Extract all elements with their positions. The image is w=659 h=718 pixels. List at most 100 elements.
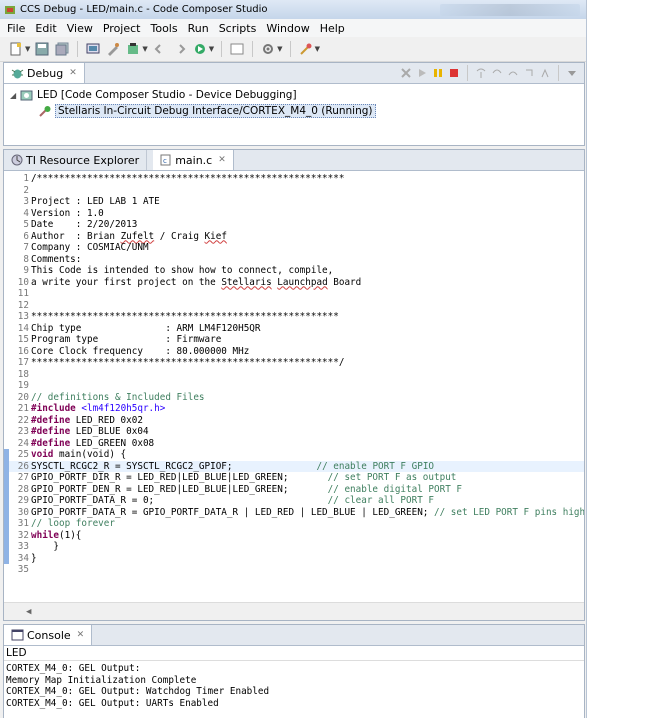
debug-perspective-icon[interactable] bbox=[85, 41, 101, 57]
menu-file[interactable]: File bbox=[2, 22, 30, 35]
code-line[interactable]: 7 Company : COSMIAC/UNM bbox=[4, 242, 584, 254]
code-line[interactable]: 32 while(1){ bbox=[4, 529, 584, 541]
save-icon[interactable] bbox=[34, 41, 50, 57]
tree-item-project[interactable]: ◢ LED [Code Composer Studio - Device Deb… bbox=[10, 87, 578, 103]
code-line[interactable]: 30 GPIO_PORTF_DATA_R = GPIO_PORTF_DATA_R … bbox=[4, 506, 584, 518]
view-menu-icon[interactable] bbox=[565, 66, 579, 80]
close-icon[interactable]: ✕ bbox=[77, 630, 85, 640]
code-line[interactable]: 5 Date : 2/20/2013 bbox=[4, 219, 584, 231]
code-line[interactable]: 3 Project : LED LAB 1 ATE bbox=[4, 196, 584, 208]
code-line[interactable]: 6 Author : Brian Zufelt / Craig Kief bbox=[4, 231, 584, 243]
code-line[interactable]: 15 Program type : Firmware bbox=[4, 334, 584, 346]
menu-run[interactable]: Run bbox=[183, 22, 214, 35]
code-line[interactable]: 12 bbox=[4, 300, 584, 312]
code-line[interactable]: 2 bbox=[4, 185, 584, 197]
code-line[interactable]: 16 Core Clock frequency : 80.000000 MHz bbox=[4, 346, 584, 358]
line-number: 23 bbox=[17, 426, 29, 437]
step-over-icon[interactable] bbox=[490, 66, 504, 80]
suspend-icon[interactable] bbox=[431, 66, 445, 80]
code-line[interactable]: 18 bbox=[4, 369, 584, 381]
menu-scripts[interactable]: Scripts bbox=[214, 22, 262, 35]
code-line[interactable]: 21 #include <lm4f120h5qr.h> bbox=[4, 403, 584, 415]
line-number: 8 bbox=[23, 253, 29, 265]
code-line[interactable]: 27 GPIO_PORTF_DIR_R = LED_RED|LED_BLUE|LE… bbox=[4, 472, 584, 484]
terminate-icon[interactable] bbox=[447, 66, 461, 80]
close-icon[interactable]: ✕ bbox=[218, 155, 226, 165]
code-text: ****************************************… bbox=[31, 311, 339, 322]
toolbar-separator bbox=[467, 65, 468, 81]
debug-dropdown-icon[interactable]: ▼ bbox=[209, 45, 214, 53]
tree-item-cortex-target[interactable]: Stellaris In-Circuit Debug Interface/COR… bbox=[10, 103, 578, 119]
code-editor[interactable]: 1/**************************************… bbox=[4, 171, 584, 602]
target-running-icon bbox=[39, 105, 51, 117]
code-line[interactable]: 4 Version : 1.0 bbox=[4, 208, 584, 220]
code-line[interactable]: 10 a write your first project on the Stel… bbox=[4, 277, 584, 289]
tools-icon[interactable] bbox=[260, 41, 276, 57]
horizontal-scrollbar[interactable]: ◀ bbox=[4, 602, 584, 620]
debug-icon[interactable] bbox=[192, 41, 208, 57]
code-line[interactable]: 33 } bbox=[4, 541, 584, 553]
reset-icon[interactable] bbox=[538, 66, 552, 80]
code-line[interactable]: 29 GPIO_PORTF_DATA_R = 0; // clear all PO… bbox=[4, 495, 584, 507]
scroll-left-icon[interactable]: ◀ bbox=[26, 607, 31, 617]
build-icon[interactable] bbox=[105, 41, 121, 57]
flash-icon[interactable] bbox=[125, 41, 141, 57]
code-line[interactable]: 25 void main(void) { bbox=[4, 449, 584, 461]
close-icon[interactable]: ✕ bbox=[69, 68, 77, 78]
debug-tab-label: Debug bbox=[27, 66, 64, 80]
code-line[interactable]: 8 Comments: bbox=[4, 254, 584, 266]
menu-window[interactable]: Window bbox=[261, 22, 314, 35]
step-into-icon[interactable] bbox=[474, 66, 488, 80]
tools-dropdown-icon[interactable]: ▼ bbox=[277, 45, 282, 53]
menu-tools[interactable]: Tools bbox=[145, 22, 182, 35]
terminal-icon[interactable] bbox=[229, 41, 245, 57]
code-line[interactable]: 24 #define LED_GREEN 0x08 bbox=[4, 438, 584, 450]
code-line[interactable]: 31// loop forever bbox=[4, 518, 584, 530]
menu-edit[interactable]: Edit bbox=[30, 22, 61, 35]
code-line[interactable]: 13 **************************************… bbox=[4, 311, 584, 323]
remove-terminated-icon[interactable] bbox=[399, 66, 413, 80]
code-line[interactable]: 22 #define LED_RED 0x02 bbox=[4, 415, 584, 427]
code-text: This Code is intended to show how to con… bbox=[31, 265, 334, 276]
flash-dropdown-icon[interactable]: ▼ bbox=[142, 45, 147, 53]
console-output[interactable]: CORTEX_M4_0: GEL Output: Memory Map Initi… bbox=[4, 661, 584, 711]
code-line[interactable]: 20// definitions & Included Files bbox=[4, 392, 584, 404]
line-number: 19 bbox=[17, 380, 29, 391]
code-line[interactable]: 17 **************************************… bbox=[4, 357, 584, 369]
tab-debug[interactable]: Debug ✕ bbox=[4, 63, 85, 83]
tab-ti-resource-explorer[interactable]: TI Resource Explorer bbox=[4, 150, 148, 170]
search-tool-dropdown-icon[interactable]: ▼ bbox=[315, 45, 320, 53]
line-number: 4 bbox=[23, 207, 29, 219]
code-line[interactable]: 23 #define LED_BLUE 0x04 bbox=[4, 426, 584, 438]
expand-arrow-icon[interactable]: ◢ bbox=[10, 91, 20, 100]
save-all-icon[interactable] bbox=[54, 41, 70, 57]
code-line[interactable]: 26 SYSCTL_RCGC2_R = SYSCTL_RCGC2_GPIOF; /… bbox=[4, 460, 584, 472]
nav-forward-icon[interactable] bbox=[172, 41, 188, 57]
code-text: void main(void) { bbox=[31, 449, 127, 460]
resume-icon[interactable] bbox=[415, 66, 429, 80]
code-line[interactable]: 19 bbox=[4, 380, 584, 392]
code-line[interactable]: 14 Chip type : ARM LM4F120H5QR bbox=[4, 323, 584, 335]
code-text: #define LED_GREEN 0x08 bbox=[31, 437, 155, 449]
code-line[interactable]: 34} bbox=[4, 552, 584, 564]
menu-project[interactable]: Project bbox=[98, 22, 146, 35]
new-dropdown-icon[interactable]: ▼ bbox=[25, 45, 30, 53]
code-line[interactable]: 35 bbox=[4, 564, 584, 576]
search-tool-icon[interactable] bbox=[298, 41, 314, 57]
tab-label: TI Resource Explorer bbox=[26, 153, 140, 167]
code-line[interactable]: 11 bbox=[4, 288, 584, 300]
new-icon[interactable] bbox=[8, 41, 24, 57]
code-line[interactable]: 1/**************************************… bbox=[4, 173, 584, 185]
code-text: Company : COSMIAC/UNM bbox=[31, 242, 149, 253]
nav-back-icon[interactable] bbox=[152, 41, 168, 57]
menu-view[interactable]: View bbox=[62, 22, 98, 35]
code-line[interactable]: 9 This Code is intended to show how to co… bbox=[4, 265, 584, 277]
code-line[interactable]: 28 GPIO_PORTF_DEN_R = LED_RED|LED_BLUE|LE… bbox=[4, 483, 584, 495]
tab-console[interactable]: Console ✕ bbox=[4, 625, 93, 645]
step-return-icon[interactable] bbox=[506, 66, 520, 80]
assembly-step-icon[interactable] bbox=[522, 66, 536, 80]
console-view: Console ✕ LED CORTEX_M4_0: GEL Output: Me… bbox=[3, 624, 585, 718]
line-number: 31 bbox=[17, 518, 29, 529]
menu-help[interactable]: Help bbox=[315, 22, 350, 35]
tab-main-c[interactable]: c main.c ✕ bbox=[153, 150, 234, 170]
